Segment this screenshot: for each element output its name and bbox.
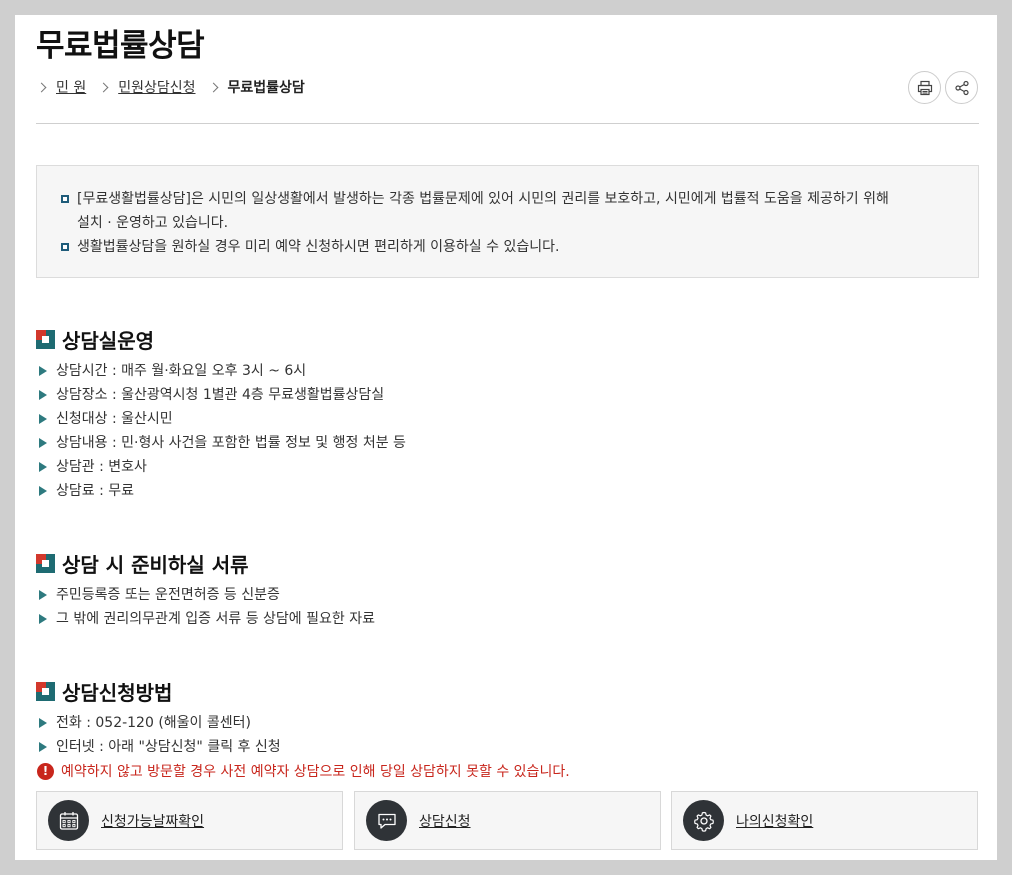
breadcrumb-item-minwon: 민 원 <box>36 77 86 97</box>
print-icon <box>917 80 932 95</box>
list-item: 상담료 : 무료 <box>38 479 406 503</box>
list-item: 신청대상 : 울산시민 <box>38 407 406 431</box>
square-bullet-icon <box>61 243 69 251</box>
share-button[interactable] <box>945 71 978 104</box>
arrow-bullet-icon <box>39 486 47 496</box>
share-icon <box>954 80 969 95</box>
my-request-check-button[interactable]: 나의신청확인 <box>671 791 978 850</box>
intro-text-line: [무료생활법률상담]은 시민의 일상생활에서 발생하는 각종 법률문제에 있어 … <box>77 191 889 207</box>
warning-text: 예약하지 않고 방문할 경우 사전 예약자 상담으로 인해 당일 상담하지 못할… <box>61 764 570 780</box>
arrow-bullet-icon <box>39 590 47 600</box>
list-item: 주민등록증 또는 운전면허증 등 신분증 <box>38 583 375 607</box>
breadcrumb-item-consult-request: 민원상담신청 <box>98 77 196 97</box>
list-item: 상담관 : 변호사 <box>38 455 406 479</box>
arrow-bullet-icon <box>39 718 47 728</box>
list-item: 상담시간 : 매주 월·화요일 오후 3시 ~ 6시 <box>38 359 406 383</box>
alert-icon: ! <box>37 762 54 780</box>
arrow-bullet-icon <box>39 390 47 400</box>
breadcrumb-item-current: 무료법률상담 <box>208 77 305 97</box>
intro-text-line: 생활법률상담을 원하실 경우 미리 예약 신청하시면 편리하게 이용하실 수 있… <box>77 239 560 255</box>
arrow-bullet-icon <box>39 438 47 448</box>
calendar-icon <box>59 811 78 830</box>
check-available-date-button[interactable]: 신청가능날짜확인 <box>36 791 343 850</box>
action-label: 신청가능날짜확인 <box>101 813 205 830</box>
warning-notice: ! 예약하지 않고 방문할 경우 사전 예약자 상담으로 인해 당일 상담하지 … <box>37 761 570 781</box>
operation-list: 상담시간 : 매주 월·화요일 오후 3시 ~ 6시 상담장소 : 울산광역시청… <box>38 359 406 503</box>
arrow-bullet-icon <box>39 414 47 424</box>
breadcrumb-current: 무료법률상담 <box>227 80 305 96</box>
arrow-bullet-icon <box>39 366 47 376</box>
section-title-method: 상담신청방법 <box>36 677 172 706</box>
intro-text-line: 설치 · 운영하고 있습니다. <box>77 215 229 231</box>
chevron-right-icon <box>36 82 47 92</box>
list-item: 상담내용 : 민·형사 사건을 포함한 법률 정보 및 행정 처분 등 <box>38 431 406 455</box>
gear-icon <box>693 811 714 832</box>
documents-list: 주민등록증 또는 운전면허증 등 신분증 그 밖에 권리의무관계 입증 서류 등… <box>38 583 375 631</box>
section-title-icon <box>36 554 55 573</box>
arrow-bullet-icon <box>39 742 47 752</box>
section-title-operation: 상담실운영 <box>36 325 154 354</box>
section-title-documents: 상담 시 준비하실 서류 <box>36 549 249 578</box>
arrow-bullet-icon <box>39 462 47 472</box>
chevron-right-icon <box>208 82 218 92</box>
breadcrumb-link-minwon[interactable]: 민 원 <box>56 77 86 97</box>
section-title-icon <box>36 330 55 349</box>
intro-box: [무료생활법률상담]은 시민의 일상생활에서 발생하는 각종 법률문제에 있어 … <box>36 165 979 278</box>
chevron-right-icon <box>98 82 109 92</box>
page-title: 무료법률상담 <box>36 28 205 64</box>
content-frame: 무료법률상담 민 원 민원상담신청 무료법률상담 [무료생활법률상담]은 시민의… <box>15 15 997 860</box>
divider <box>36 123 979 124</box>
square-bullet-icon <box>61 195 69 203</box>
chat-icon <box>377 813 396 829</box>
breadcrumb-link-consult-request[interactable]: 민원상담신청 <box>118 77 195 97</box>
consult-request-button[interactable]: 상담신청 <box>354 791 661 850</box>
print-button[interactable] <box>908 71 941 104</box>
breadcrumb: 민 원 민원상담신청 무료법률상담 <box>36 77 317 97</box>
list-item: 인터넷 : 아래 "상담신청" 클릭 후 신청 <box>38 735 281 759</box>
list-item: 상담장소 : 울산광역시청 1별관 4층 무료생활법률상담실 <box>38 383 406 407</box>
action-label: 나의신청확인 <box>736 813 814 830</box>
list-item: 그 밖에 권리의무관계 입증 서류 등 상담에 필요한 자료 <box>38 607 375 631</box>
intro-item: 생활법률상담을 원하실 경우 미리 예약 신청하시면 편리하게 이용하실 수 있… <box>61 235 954 259</box>
arrow-bullet-icon <box>39 614 47 624</box>
intro-item: [무료생활법률상담]은 시민의 일상생활에서 발생하는 각종 법률문제에 있어 … <box>61 187 954 235</box>
section-title-icon <box>36 682 55 701</box>
method-list: 전화 : 052-120 (해울이 콜센터) 인터넷 : 아래 "상담신청" 클… <box>38 711 281 759</box>
list-item: 전화 : 052-120 (해울이 콜센터) <box>38 711 281 735</box>
action-label: 상담신청 <box>419 813 471 830</box>
